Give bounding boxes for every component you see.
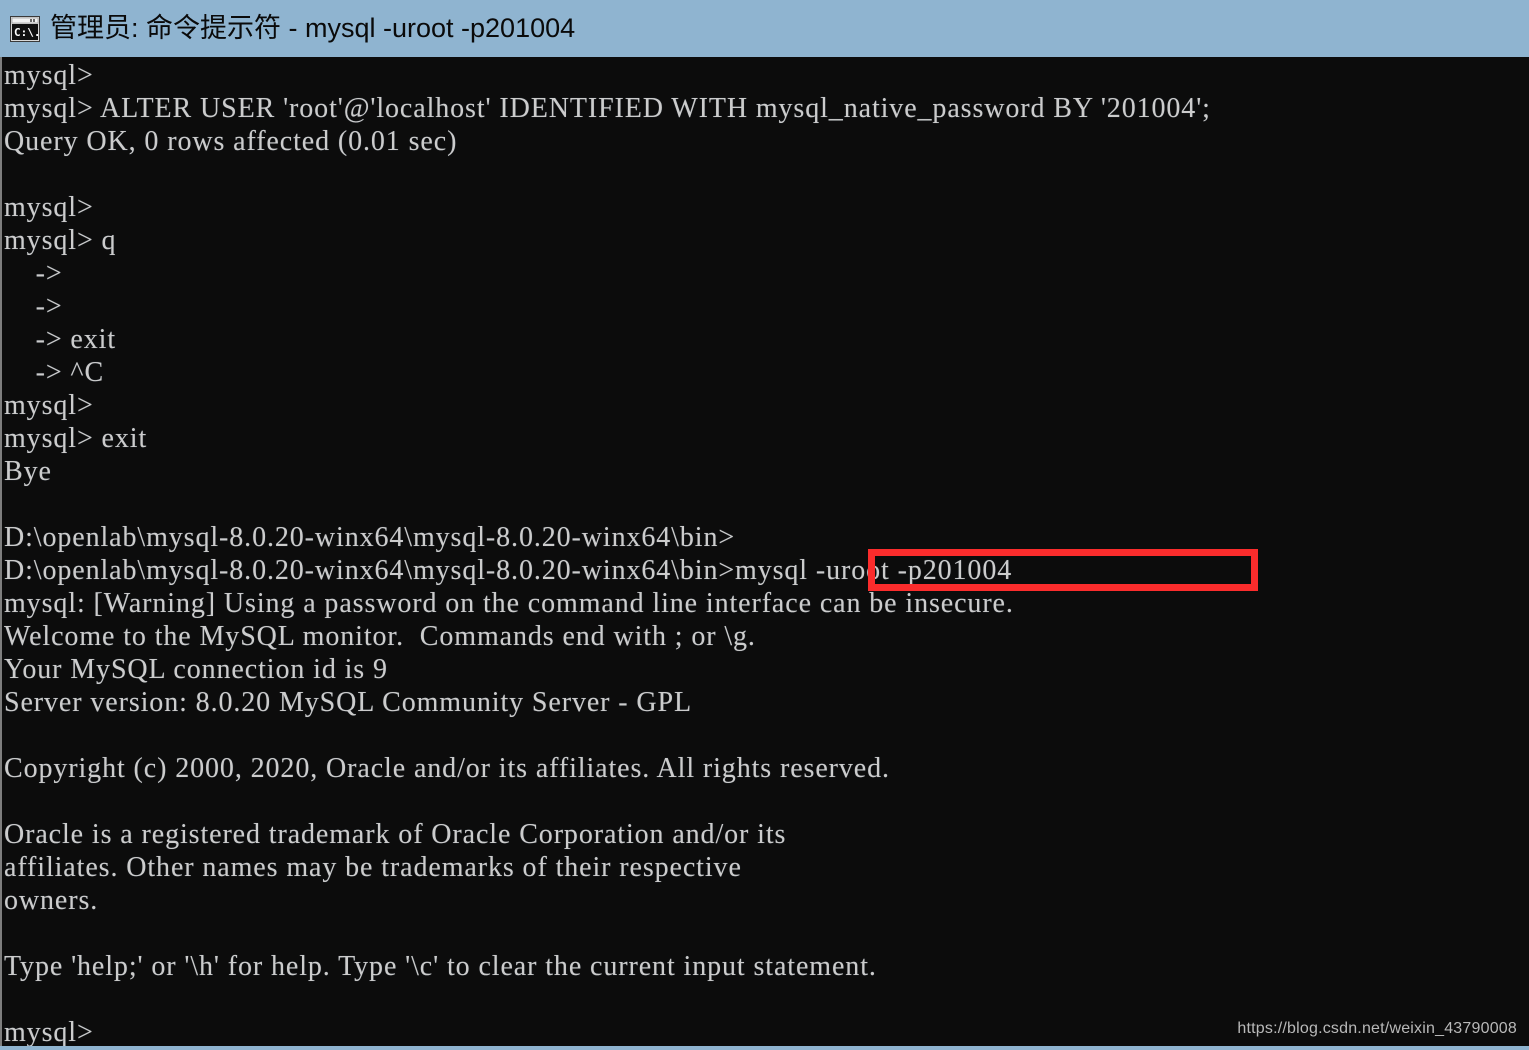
terminal-line: mysql> q [4,225,117,256]
terminal-line: D:\openlab\mysql-8.0.20-winx64\mysql-8.0… [4,522,736,553]
terminal-line: Oracle is a registered trademark of Orac… [4,819,787,850]
terminal-line: -> exit [4,324,117,355]
cmd-console-icon: C:\. [10,15,41,42]
terminal-line: mysql> [4,390,94,421]
terminal-line: -> ^C [4,357,105,388]
terminal-line: Bye [4,456,52,487]
terminal-line-list: mysql> mysql> ALTER USER 'root'@'localhos… [4,59,1524,1049]
terminal-line: mysql> exit [4,423,148,454]
terminal-line: affiliates. Other names may be trademark… [4,852,742,883]
terminal-line: mysql> [4,192,94,223]
csdn-watermark: https://blog.csdn.net/weixin_43790008 [1237,1020,1517,1037]
terminal-line: mysql> ALTER USER 'root'@'localhost' IDE… [4,93,1211,124]
terminal-line: Welcome to the MySQL monitor. Commands e… [4,621,756,652]
terminal-line: Copyright (c) 2000, 2020, Oracle and/or … [4,753,890,784]
terminal-line: Type 'help;' or '\h' for help. Type '\c'… [4,951,877,982]
terminal-line: Query OK, 0 rows affected (0.01 sec) [4,126,458,157]
terminal-line: mysql> [4,60,94,91]
cmd-console-window: C:\. 管理员: 命令提示符 - mysql -uroot -p201004 … [0,0,1529,1050]
window-bottom-edge [0,1046,1529,1050]
terminal-line: Your MySQL connection id is 9 [4,654,388,685]
svg-text:C:\.: C:\. [14,26,40,39]
terminal-line: Server version: 8.0.20 MySQL Community S… [4,687,693,718]
terminal-output-area[interactable]: mysql> mysql> ALTER USER 'root'@'localhos… [0,57,1529,1050]
terminal-line: owners. [4,885,99,916]
window-title: 管理员: 命令提示符 - mysql -uroot -p201004 [50,13,576,43]
window-titlebar[interactable]: C:\. 管理员: 命令提示符 - mysql -uroot -p201004 [0,0,1529,57]
terminal-line: D:\openlab\mysql-8.0.20-winx64\mysql-8.0… [4,555,1013,586]
terminal-line: -> [4,291,63,322]
terminal-line: -> [4,258,63,289]
terminal-line: mysql: [Warning] Using a password on the… [4,588,1014,619]
